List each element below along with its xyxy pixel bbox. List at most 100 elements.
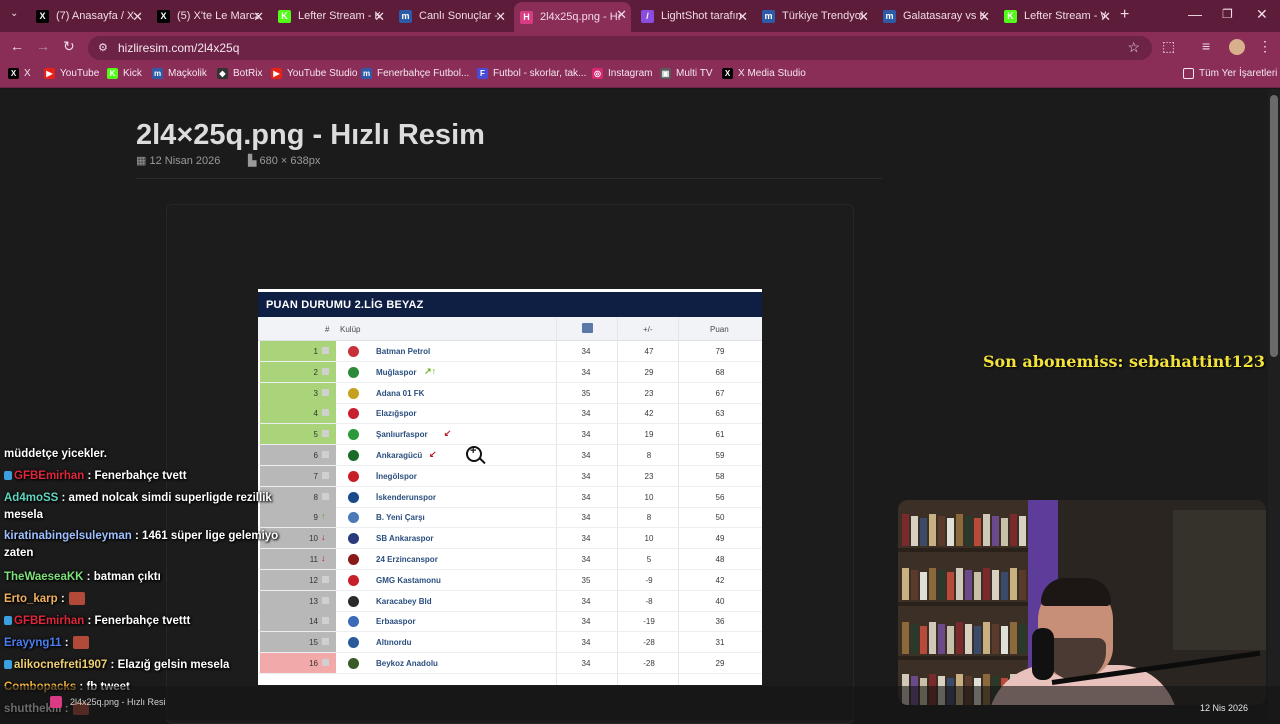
tab-0[interactable]: X (7) Anasayfa / X ✕ <box>30 4 147 28</box>
stat-played: 35 <box>581 575 591 585</box>
tab-6[interactable]: m Türkiye Trendyol ✕ <box>756 4 873 28</box>
close-tab-icon[interactable]: ✕ <box>858 9 869 25</box>
bookmark-6[interactable]: m Fenerbahçe Futbol... <box>361 68 469 79</box>
table-row[interactable]: 7 İnegölspor 34 23 58 <box>258 465 762 487</box>
minimize-icon[interactable]: — <box>1188 6 1202 22</box>
bookmark-7[interactable]: F Futbol - skorlar, tak... <box>477 68 586 79</box>
chat-username[interactable]: kiratinabingelsuleyman <box>4 530 132 542</box>
tab-2[interactable]: K Lefter Stream - K ✕ <box>272 4 389 28</box>
standings-header: PUAN DURUMU 2.LİG BEYAZ <box>258 289 762 317</box>
scrollbar-track[interactable] <box>1268 89 1280 720</box>
microphone-icon <box>1032 628 1054 680</box>
chat-username[interactable]: Erto_karp <box>4 593 58 605</box>
table-row[interactable]: 2 Muğlaspor ↗↑ 34 29 68 <box>258 361 762 383</box>
forward-icon[interactable]: → <box>36 38 50 54</box>
book <box>929 622 936 654</box>
site-info-icon[interactable]: ⚙ <box>98 41 108 54</box>
tab-title: Galatasaray vs K <box>903 10 985 22</box>
scrollbar-thumb[interactable] <box>1270 95 1278 357</box>
club-crest-icon <box>348 491 359 503</box>
bookmark-3[interactable]: m Maçkolik <box>152 68 207 79</box>
new-tab-icon[interactable]: + <box>1120 6 1129 24</box>
all-bookmarks-folder[interactable]: Tüm Yer İşaretleri <box>1183 68 1277 79</box>
tab-8[interactable]: K Lefter Stream - W ✕ <box>998 4 1115 28</box>
chat-username[interactable]: GFBEmirhan <box>14 470 84 482</box>
table-row[interactable]: 6 Ankaragücü ↙ 34 8 59 <box>258 445 762 466</box>
table-row[interactable]: 16 Beykoz Anadolu 34 -28 29 <box>258 653 762 674</box>
table-row[interactable]: 10 ↓ SB Ankaraspor 34 10 49 <box>258 528 762 550</box>
close-window-icon[interactable]: ✕ <box>1256 6 1268 23</box>
bookmarks-bar: X X ▶ YouTube K Kick m Maçkolik ◆ BotRix ▶ YouTube … <box>0 62 1280 88</box>
chat-username[interactable]: alikocnefreti1907 <box>14 659 107 671</box>
x-icon: X <box>36 9 49 23</box>
book <box>902 568 909 600</box>
chat-text: : Elazığ gelsin mesela <box>107 659 230 671</box>
tab-title: Türkiye Trendyol <box>782 10 864 22</box>
extensions-icon[interactable]: ⬚ <box>1162 38 1175 55</box>
address-bar[interactable]: ⚙ hizliresim.com/2l4x25q ☆ <box>88 36 1152 60</box>
taskbar-app-icon[interactable] <box>50 696 62 708</box>
table-row[interactable]: 11 ↓ 24 Erzincanspor 34 5 48 <box>258 549 762 570</box>
tab-1[interactable]: X (5) X'te Le Marca ✕ <box>151 4 268 28</box>
book <box>1019 570 1026 600</box>
chat-text: : Fenerbahçe tvettt <box>84 615 191 627</box>
table-row[interactable]: 1 Batman Petrol 34 47 79 <box>258 341 762 362</box>
tab-title: Canlı Sonuçlar - <box>419 10 498 22</box>
close-tab-icon[interactable]: ✕ <box>737 9 748 25</box>
table-row[interactable]: 5 Şanlıurfaspor ↙ 34 19 61 <box>258 424 762 446</box>
table-row[interactable]: 13 Karacabey Bld 34 -8 40 <box>258 590 762 612</box>
reload-icon[interactable]: ↻ <box>63 38 75 55</box>
table-row[interactable]: 4 Elazığspor 34 42 63 <box>258 403 762 425</box>
table-row[interactable]: 15 Altınordu 34 -28 31 <box>258 632 762 654</box>
x-icon: X <box>8 68 19 79</box>
bookmark-1[interactable]: ▶ YouTube <box>44 68 99 79</box>
media-control-icon[interactable]: ≡ <box>1202 38 1210 54</box>
chat-username[interactable]: Erayyng11 <box>4 637 62 649</box>
bookmark-4[interactable]: ◆ BotRix <box>217 68 262 79</box>
book <box>965 516 972 546</box>
close-tab-icon[interactable]: ✕ <box>495 9 506 25</box>
standings-image[interactable]: PUAN DURUMU 2.LİG BEYAZ # Kulüp +/- Puan… <box>258 289 762 685</box>
mackolik-icon: m <box>399 9 412 23</box>
tab-title: LightShot tarafın <box>661 10 742 22</box>
tab-7[interactable]: m Galatasaray vs K ✕ <box>877 4 994 28</box>
bookmark-0[interactable]: XX <box>8 68 31 79</box>
url-text[interactable]: hizliresim.com/2l4x25q <box>118 41 239 55</box>
book <box>974 626 981 654</box>
book <box>992 570 999 600</box>
tab-5[interactable]: / LightShot tarafın ✕ <box>635 4 752 28</box>
close-tab-icon[interactable]: ✕ <box>253 9 264 25</box>
taskbar-window-title[interactable]: 2l4x25q.png - Hızlı Resi <box>70 697 166 707</box>
image-dimensions: ▙ 680 × 638px <box>248 155 321 167</box>
table-row[interactable]: 12 GMG Kastamonu 35 -9 42 <box>258 569 762 591</box>
table-row[interactable]: 9 ↑ B. Yeni Çarşı 34 8 50 <box>258 507 762 529</box>
tab-4[interactable]: H 2l4x25q.png - Hı ✕ <box>514 2 631 32</box>
bookmark-5[interactable]: ▶ YouTube Studio <box>271 68 357 79</box>
close-tab-icon[interactable]: ✕ <box>616 7 627 23</box>
bookmark-10[interactable]: X X Media Studio <box>722 68 806 79</box>
close-tab-icon[interactable]: ✕ <box>374 9 385 25</box>
tab-search-icon[interactable]: ⌄ <box>10 8 18 19</box>
stat-points: 36 <box>715 617 725 627</box>
close-tab-icon[interactable]: ✕ <box>132 9 143 25</box>
row-position: 10 <box>309 534 318 544</box>
chat-username[interactable]: TheWaeseaKK <box>4 571 83 583</box>
bookmark-star-icon[interactable]: ☆ <box>1127 39 1140 56</box>
bookmark-8[interactable]: ◎ Instagram <box>592 68 652 79</box>
profile-avatar[interactable] <box>1229 39 1245 55</box>
bookmark-2[interactable]: K Kick <box>107 68 142 79</box>
bookmark-9[interactable]: ▣ Multi TV <box>660 68 713 79</box>
book <box>938 624 945 654</box>
close-tab-icon[interactable]: ✕ <box>1100 9 1111 25</box>
tab-3[interactable]: m Canlı Sonuçlar - ✕ <box>393 4 510 28</box>
close-tab-icon[interactable]: ✕ <box>979 9 990 25</box>
restore-icon[interactable]: ❐ <box>1222 7 1233 21</box>
table-row[interactable]: 3 Adana 01 FK 35 23 67 <box>258 382 762 404</box>
chat-username[interactable]: GFBEmirhan <box>14 615 84 627</box>
table-row[interactable]: 8 İskenderunspor 34 10 56 <box>258 486 762 508</box>
team-name: Karacabey Bld <box>376 596 432 606</box>
menu-icon[interactable]: ⋮ <box>1258 38 1272 55</box>
chat-username[interactable]: Ad4moSS <box>4 492 58 504</box>
back-icon[interactable]: ← <box>10 38 24 54</box>
table-row[interactable]: 14 Erbaaspor 34 -19 36 <box>258 611 762 633</box>
